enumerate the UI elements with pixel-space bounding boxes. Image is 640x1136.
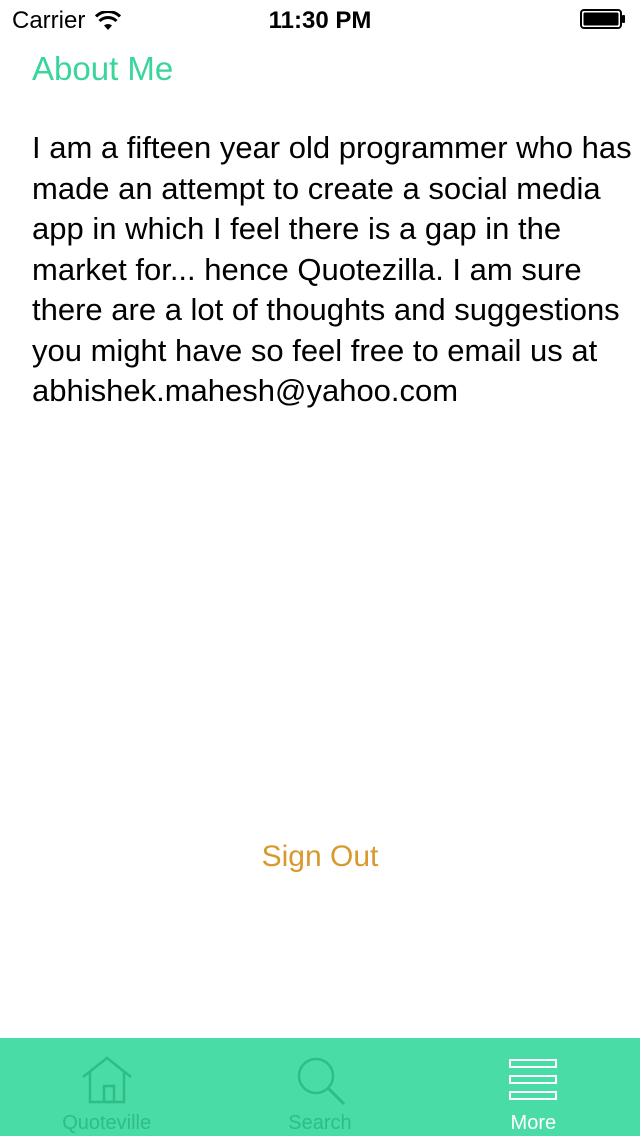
status-time: 11:30 PM bbox=[268, 7, 372, 34]
tab-quoteville[interactable]: Quoteville bbox=[0, 1038, 213, 1136]
battery-icon bbox=[580, 9, 625, 29]
tab-label: Quoteville bbox=[62, 1112, 152, 1134]
status-bar: Carrier 11:30 PM bbox=[0, 0, 640, 40]
home-icon bbox=[81, 1056, 132, 1104]
page-title: About Me bbox=[32, 50, 174, 87]
tab-more[interactable]: More bbox=[427, 1038, 640, 1136]
about-description: I am a fifteen year old programmer who h… bbox=[32, 130, 632, 408]
tab-label: Search bbox=[288, 1112, 352, 1134]
sign-out-button[interactable]: Sign Out bbox=[0, 840, 640, 874]
menu-icon bbox=[509, 1059, 558, 1100]
tab-label: More bbox=[510, 1112, 557, 1134]
tab-search[interactable]: Search bbox=[213, 1038, 426, 1136]
tab-bar: Quoteville Search More bbox=[0, 1038, 640, 1136]
search-icon bbox=[297, 1057, 346, 1106]
